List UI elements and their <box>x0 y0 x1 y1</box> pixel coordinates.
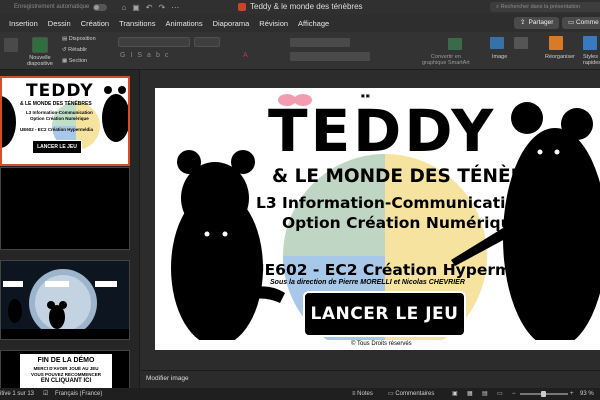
ribbon: Nouvelle diapositive ▤ Disposition ↺ Rét… <box>0 32 600 70</box>
tab-revision[interactable]: Révision <box>259 19 288 28</box>
section-button[interactable]: ▦ Section <box>62 58 87 64</box>
thumb-1-ue: UE602 - EC2 Création Hypermédia <box>20 127 94 132</box>
comments-status-button[interactable]: ▭ Commentaires <box>388 388 434 400</box>
save-icon[interactable]: ▣ <box>132 3 140 12</box>
quick-styles-icon[interactable] <box>583 36 597 50</box>
font-color-icon[interactable]: A <box>243 52 248 59</box>
thumb-1-title: TEDDY <box>26 81 94 101</box>
thumb-1-l3: L3 Information-Communication <box>26 110 93 115</box>
slide-thumbnail-2[interactable] <box>0 167 130 250</box>
notes-button[interactable]: ≡ Notes <box>352 388 373 400</box>
slide-thumbnail-3[interactable] <box>0 260 130 340</box>
font-family-select[interactable] <box>118 37 190 47</box>
slide-counter: itive 1 sur 13 <box>0 391 35 397</box>
thumb-4-card: FIN DE LA DÉMO MERCI D'AVOIR JOUÉ AU JEU… <box>19 353 113 389</box>
document-title: Teddy & le monde des ténèbres <box>238 2 363 11</box>
slide-course: UE602 - EC2 Création Hypermédia <box>252 261 549 279</box>
thumb-4-line3: VOUS POUVEZ RECOMMENCER <box>30 372 101 377</box>
new-slide-button[interactable]: Nouvelle diapositive <box>27 55 53 67</box>
layout-button[interactable]: ▤ Disposition <box>62 36 96 42</box>
search-input[interactable]: ⌕ Rechercher dans la présentation <box>490 2 600 12</box>
tab-diaporama[interactable]: Diaporama <box>213 19 250 28</box>
reading-view-icon[interactable]: ▤ <box>482 388 488 400</box>
thumb-4-line2: MERCI D'AVOIR JOUÉ AU JEU <box>33 366 99 371</box>
arrange-button[interactable]: Réorganiser <box>545 54 575 60</box>
smartart-icon[interactable] <box>448 38 462 50</box>
slide-thumbnail-4[interactable]: FIN DE LA DÉMO MERCI D'AVOIR JOUÉ AU JEU… <box>0 350 130 390</box>
autosave-label: Enregistrement automatique <box>14 4 90 10</box>
quick-styles-button[interactable]: Styles rapides <box>583 54 600 66</box>
slideshow-icon[interactable]: ▭ <box>497 388 503 400</box>
slide-3-preview <box>1 261 129 339</box>
paste-icon[interactable] <box>4 38 18 52</box>
thumb-4-line4: EN CLIQUANT ICI <box>40 378 92 384</box>
alignment-controls[interactable] <box>290 52 370 61</box>
slide-thumbnails-pane: TEDDY & LE MONDE DES TÉNÈBRES L3 Informa… <box>0 70 140 390</box>
tab-transitions[interactable]: Transitions <box>119 19 155 28</box>
autosave-toggle[interactable] <box>93 3 108 11</box>
shapes-icon[interactable] <box>514 37 528 49</box>
slide-direction: Sous la direction de Pierre MORELLI et N… <box>270 279 465 286</box>
zoom-in-icon[interactable]: + <box>570 388 574 400</box>
font-size-select[interactable] <box>194 37 220 47</box>
tab-creation[interactable]: Création <box>81 19 109 28</box>
slide-line-1: L3 Information-Communication <box>256 194 528 212</box>
tab-dessin[interactable]: Dessin <box>48 19 71 28</box>
arrange-icon[interactable] <box>549 36 563 50</box>
thumb-1-subtitle: & LE MONDE DES TÉNÈBRES <box>20 101 92 107</box>
font-format-buttons[interactable]: GISabc <box>120 52 173 59</box>
quick-access-toolbar: ⌂ ▣ ↶ ↷ ⋯ <box>121 3 179 12</box>
main-slide[interactable]: ▣ ▣ TEDDY & LE MONDE DES TÉNÈBRES L3 Inf… <box>155 88 600 350</box>
more-icon[interactable]: ⋯ <box>171 3 179 12</box>
image-button[interactable]: Image <box>492 54 507 60</box>
reset-button[interactable]: ↺ Rétablir <box>62 47 87 53</box>
slide-title: TEDDY <box>268 97 497 165</box>
slide-thumbnail-1[interactable]: TEDDY & LE MONDE DES TÉNÈBRES L3 Informa… <box>0 76 130 166</box>
zoom-level[interactable]: 93 % <box>580 388 594 400</box>
slide-copyright: © Tous Droits réservés <box>351 341 412 347</box>
slide-subtitle: & LE MONDE DES TÉNÈBRES <box>272 166 565 187</box>
redo-icon[interactable]: ↷ <box>158 3 165 12</box>
comment-icon: ▭ <box>568 19 576 26</box>
thumb-1-option: Option Création Numérique <box>30 116 89 121</box>
comments-button[interactable]: ▭ Comme <box>562 17 600 29</box>
powerpoint-window: Enregistrement automatique ⌂ ▣ ↶ ↷ ⋯ Ted… <box>0 0 600 400</box>
image-icon[interactable] <box>490 37 504 49</box>
normal-view-icon[interactable]: ▣ <box>452 388 458 400</box>
thumb-1-button: LANCER LE JEU <box>32 140 82 154</box>
language-indicator[interactable]: Français (France) <box>55 388 102 400</box>
new-slide-icon[interactable] <box>32 37 48 53</box>
home-icon[interactable]: ⌂ <box>121 3 126 12</box>
powerpoint-icon <box>238 2 246 11</box>
slide-sorter-icon[interactable]: ▦ <box>467 388 473 400</box>
zoom-slider-thumb[interactable] <box>541 391 546 397</box>
slide-line-2: Option Création Numérique <box>282 214 523 232</box>
paragraph-controls[interactable] <box>290 38 350 47</box>
title-bar: Enregistrement automatique ⌂ ▣ ↶ ↷ ⋯ Ted… <box>0 0 600 14</box>
launch-game-button[interactable]: LANCER LE JEU <box>303 291 466 337</box>
share-button[interactable]: ⇪ Partager <box>514 17 560 29</box>
section-icon: ▦ <box>62 58 69 64</box>
zoom-out-icon[interactable]: − <box>512 388 516 400</box>
spellcheck-icon[interactable]: ☑ <box>43 388 48 400</box>
status-bar: itive 1 sur 13 ☑ Français (France) ≡ Not… <box>0 388 600 400</box>
layout-icon: ▤ <box>62 36 69 42</box>
thumb-4-line1: FIN DE LA DÉMO <box>37 357 95 364</box>
ribbon-tabs: Insertion Dessin Création Transitions An… <box>0 14 600 32</box>
tab-affichage[interactable]: Affichage <box>298 19 329 28</box>
smartart-button[interactable]: Convertir en graphique SmartArt <box>422 54 470 66</box>
undo-icon[interactable]: ↶ <box>146 3 153 12</box>
autosave-control[interactable]: Enregistrement automatique <box>14 3 108 11</box>
edit-image-bar[interactable]: Modifier image <box>141 370 600 388</box>
tab-animations[interactable]: Animations <box>165 19 202 28</box>
tab-insertion[interactable]: Insertion <box>9 19 38 28</box>
share-icon: ⇪ <box>520 19 526 26</box>
